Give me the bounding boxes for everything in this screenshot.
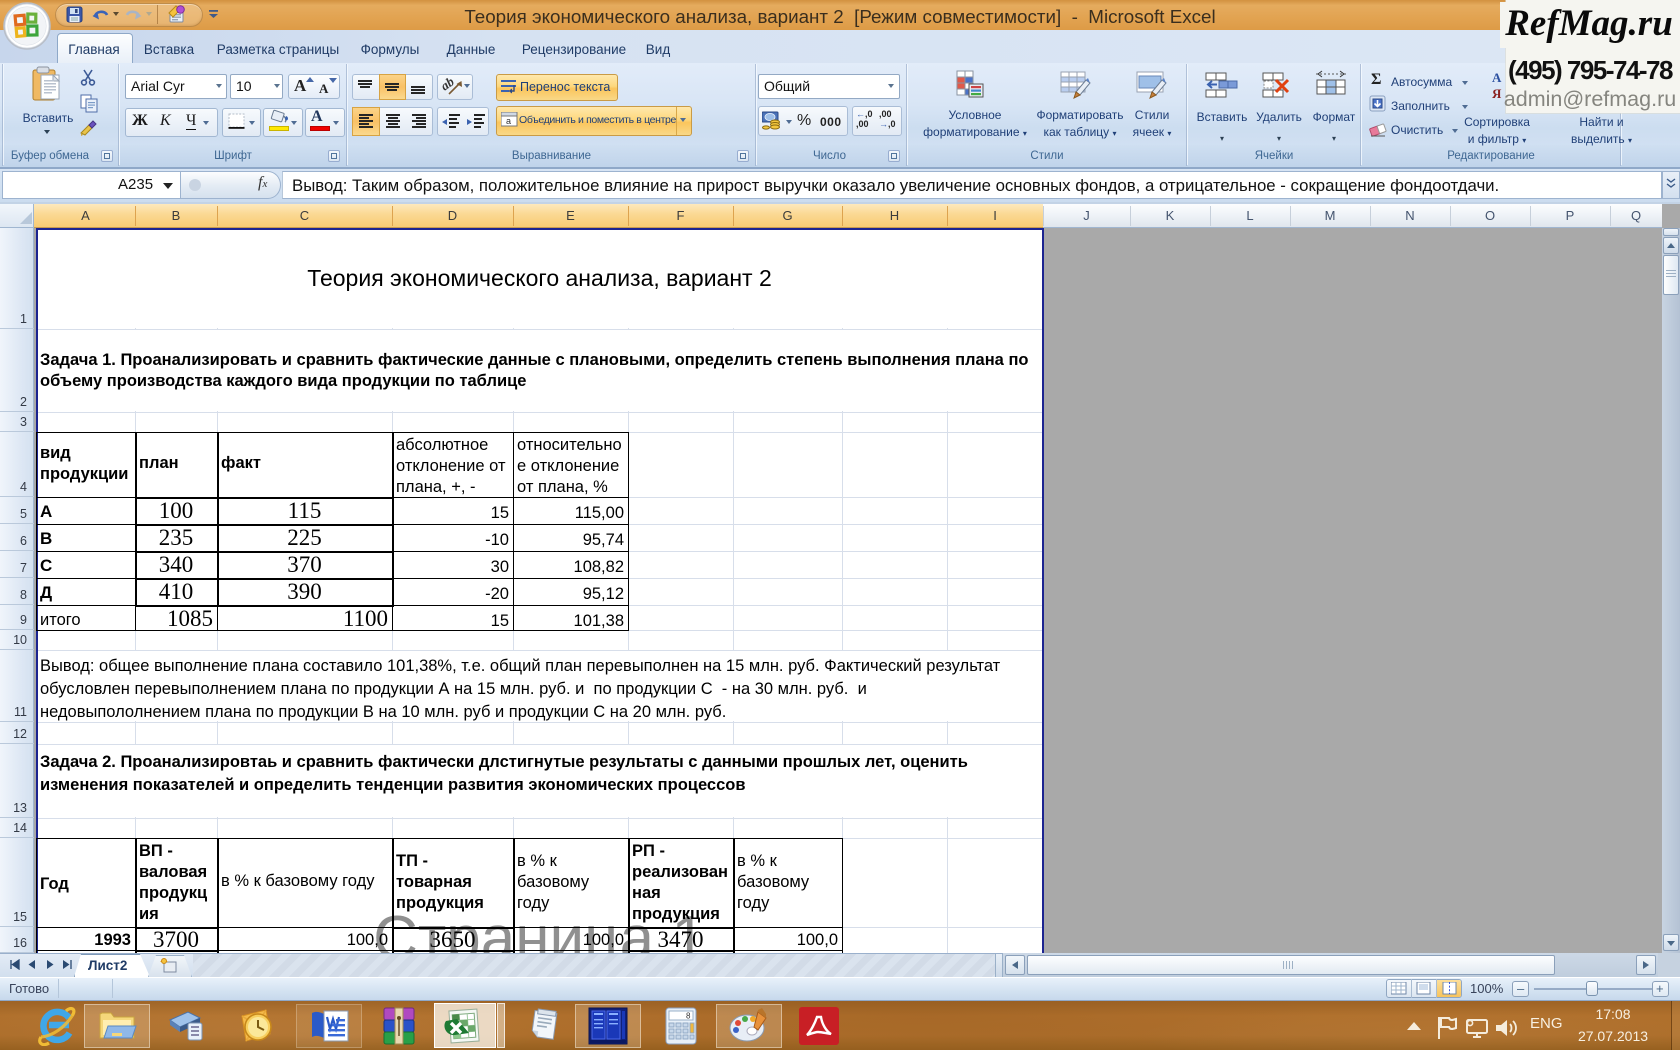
svg-text:a: a xyxy=(506,116,511,126)
svg-text:8: 8 xyxy=(686,1012,691,1021)
